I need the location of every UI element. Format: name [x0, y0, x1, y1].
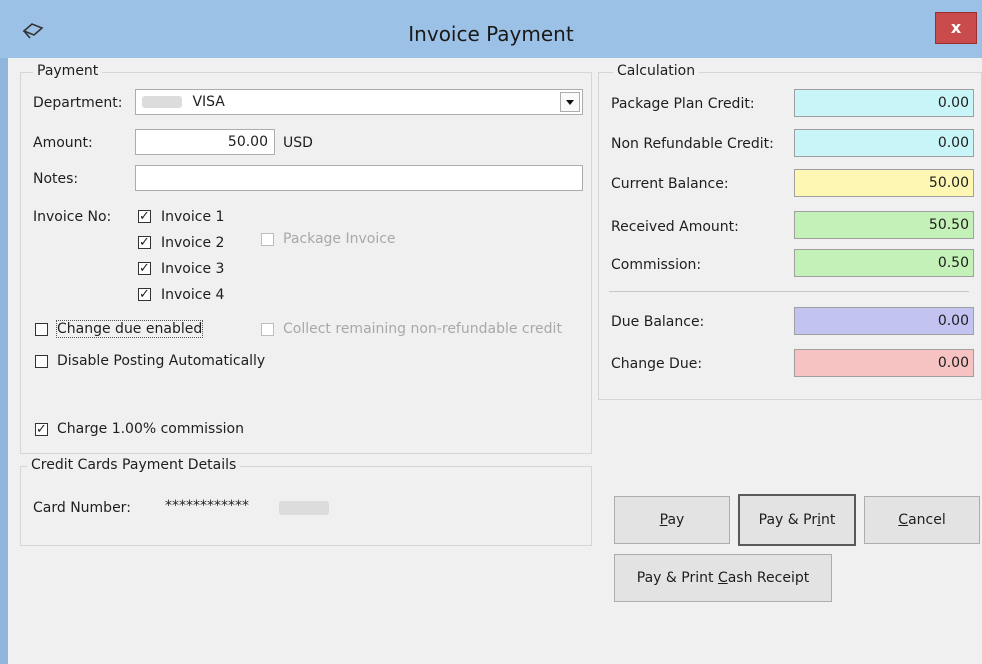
cancel-button[interactable]: Cancel	[864, 496, 980, 544]
package-invoice-label: Package Invoice	[283, 231, 396, 247]
notes-input[interactable]	[135, 165, 583, 191]
amount-label: Amount:	[33, 135, 93, 151]
commission-label: Charge 1.00% commission	[57, 421, 244, 437]
due-balance-field: 0.00	[794, 307, 974, 335]
package-plan-credit-field: 0.00	[794, 89, 974, 117]
payment-group-title: Payment	[33, 63, 103, 79]
pay-print-button[interactable]: Pay & Print	[738, 494, 856, 546]
current-balance-field: 50.00	[794, 169, 974, 197]
commission-label: Commission:	[611, 257, 702, 273]
invoice-label-3: Invoice 3	[161, 261, 225, 277]
checkbox-unchecked-icon[interactable]	[35, 323, 48, 336]
invoice-label-1: Invoice 1	[161, 209, 225, 225]
department-value: VISA	[192, 94, 225, 110]
window-title: Invoice Payment	[408, 22, 574, 46]
card-number-label: Card Number:	[33, 500, 131, 516]
dialog-body: Payment Department: VISA Amount: 50.00 U…	[8, 58, 982, 664]
notes-label: Notes:	[33, 171, 79, 187]
change-due-label: Change due enabled	[55, 320, 204, 338]
change-due-label: Change Due:	[611, 356, 703, 372]
pay-print-label-b: nt	[820, 512, 836, 528]
cancel-label: ancel	[908, 512, 946, 528]
calculation-separator	[609, 291, 969, 292]
received-amount-field: 50.50	[794, 211, 974, 239]
card-number-value: ************	[165, 498, 249, 514]
calculation-group: Calculation Package Plan Credit: 0.00 No…	[598, 63, 982, 400]
cash-receipt-label-b: ash Receipt	[727, 570, 810, 586]
collect-credit-label: Collect remaining non-refundable credit	[283, 321, 562, 337]
non-refundable-credit-field: 0.00	[794, 129, 974, 157]
invoice-label-2: Invoice 2	[161, 235, 225, 251]
invoice-payment-window: Invoice Payment x Payment Department: VI…	[0, 0, 982, 664]
invoice-no-label: Invoice No:	[33, 209, 112, 225]
cash-receipt-mnemonic: C	[717, 570, 728, 586]
pay-button[interactable]: Pay	[614, 496, 730, 544]
checkbox-checked-icon[interactable]: ✓	[138, 236, 151, 249]
checkbox-unchecked-icon[interactable]	[261, 233, 274, 246]
credit-card-group: Credit Cards Payment Details Card Number…	[20, 457, 592, 546]
cancel-mnemonic: C	[898, 512, 909, 528]
department-label: Department:	[33, 95, 123, 111]
due-balance-label: Due Balance:	[611, 314, 705, 330]
received-amount-label: Received Amount:	[611, 219, 739, 235]
amount-input[interactable]: 50.00	[135, 129, 275, 155]
department-dropdown[interactable]: VISA	[135, 89, 583, 115]
calculation-group-title: Calculation	[613, 63, 700, 79]
redacted-text	[142, 96, 182, 108]
non-refundable-credit-label: Non Refundable Credit:	[611, 136, 774, 152]
disable-posting-label: Disable Posting Automatically	[57, 353, 266, 369]
checkbox-checked-icon[interactable]: ✓	[138, 210, 151, 223]
pay-print-label-a: Pay & Pr	[758, 512, 818, 528]
cash-receipt-label-a: Pay & Print	[636, 570, 718, 586]
checkbox-unchecked-icon[interactable]	[261, 323, 274, 336]
chevron-down-icon[interactable]	[560, 92, 580, 112]
checkbox-checked-icon[interactable]: ✓	[138, 262, 151, 275]
checkbox-unchecked-icon[interactable]	[35, 355, 48, 368]
checkbox-checked-icon[interactable]: ✓	[35, 423, 48, 436]
change-due-field: 0.00	[794, 349, 974, 377]
commission-field: 0.50	[794, 249, 974, 277]
pay-label: ay	[667, 512, 685, 528]
currency-label: USD	[283, 135, 313, 151]
invoice-label-4: Invoice 4	[161, 287, 225, 303]
checkbox-checked-icon[interactable]: ✓	[138, 288, 151, 301]
pay-print-cash-receipt-button[interactable]: Pay & Print Cash Receipt	[614, 554, 832, 602]
title-bar[interactable]: Invoice Payment x	[0, 0, 982, 58]
package-plan-credit-label: Package Plan Credit:	[611, 96, 755, 112]
credit-card-group-title: Credit Cards Payment Details	[27, 457, 241, 473]
current-balance-label: Current Balance:	[611, 176, 729, 192]
payment-group: Payment Department: VISA Amount: 50.00 U…	[20, 63, 592, 454]
redacted-text	[279, 501, 329, 515]
close-button[interactable]: x	[935, 12, 977, 44]
